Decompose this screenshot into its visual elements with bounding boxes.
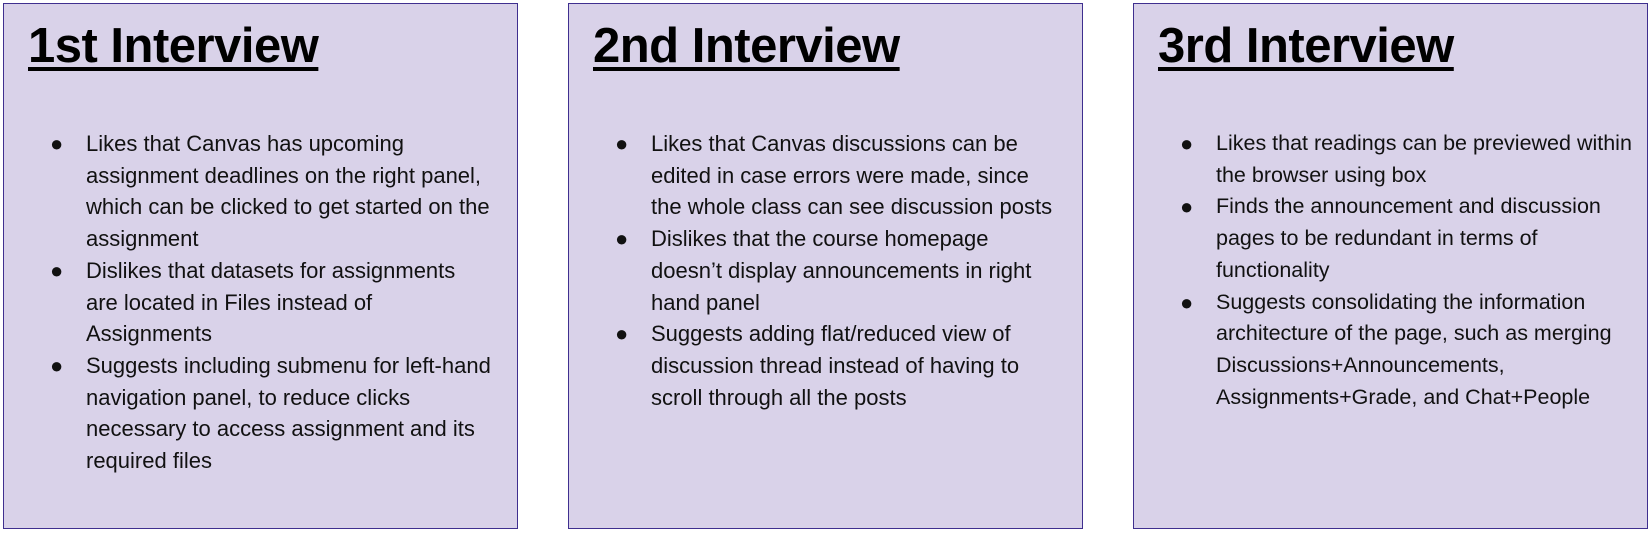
interview-card-3: 3rd Interview ● Likes that readings can b…	[1133, 3, 1648, 529]
bullet-icon: ●	[1180, 289, 1194, 315]
list-item-text: Finds the announcement and discussion pa…	[1216, 194, 1601, 282]
bullet-icon: ●	[615, 131, 629, 156]
list-item: ● Dislikes that datasets for assignments …	[50, 255, 517, 350]
list-item: ● Dislikes that the course homepage doesn…	[615, 223, 1082, 318]
list-item-text: Suggests adding flat/reduced view of dis…	[651, 321, 1020, 410]
list-item-text: Likes that Canvas discussions can be edi…	[651, 131, 1053, 220]
list-item-text: Suggests including submenu for left-hand…	[86, 352, 491, 474]
card-title: 1st Interview	[28, 19, 319, 73]
bullet-icon: ●	[615, 321, 629, 347]
bullet-icon: ●	[1180, 131, 1194, 156]
interview-card-1: 1st Interview ● Likes that Canvas has upc…	[3, 3, 518, 529]
card-title: 3rd Interview	[1158, 19, 1454, 73]
bullet-icon: ●	[1180, 194, 1194, 220]
list-item: ● Likes that Canvas discussions can be ed…	[615, 128, 1082, 223]
bullet-icon: ●	[50, 257, 64, 283]
bullet-list: ● Likes that Canvas has upcoming assignme…	[4, 128, 517, 477]
list-item-text: Likes that Canvas has upcoming assignmen…	[86, 131, 490, 252]
bullet-icon: ●	[50, 131, 64, 156]
list-item: ● Suggests including submenu for left-han…	[50, 350, 517, 477]
list-item: ● Suggests adding flat/reduced view of di…	[615, 318, 1082, 413]
bullet-icon: ●	[615, 226, 629, 252]
list-item: ● Finds the announcement and discussion p…	[1180, 191, 1647, 286]
list-item-text: Likes that readings can be previewed wit…	[1216, 131, 1632, 187]
card-title: 2nd Interview	[593, 19, 900, 73]
list-item-text: Dislikes that the course homepage doesn’…	[651, 226, 1032, 315]
list-item-text: Suggests consolidating the information a…	[1216, 289, 1612, 409]
list-item: ● Likes that readings can be previewed wi…	[1180, 128, 1647, 191]
bullet-list: ● Likes that readings can be previewed wi…	[1134, 128, 1647, 413]
interview-card-2: 2nd Interview ● Likes that Canvas discuss…	[568, 3, 1083, 529]
list-item: ● Likes that Canvas has upcoming assignme…	[50, 128, 517, 255]
bullet-list: ● Likes that Canvas discussions can be ed…	[569, 128, 1082, 413]
bullet-icon: ●	[50, 352, 64, 378]
list-item-text: Dislikes that datasets for assignments a…	[86, 257, 456, 347]
list-item: ● Suggests consolidating the information …	[1180, 287, 1647, 414]
